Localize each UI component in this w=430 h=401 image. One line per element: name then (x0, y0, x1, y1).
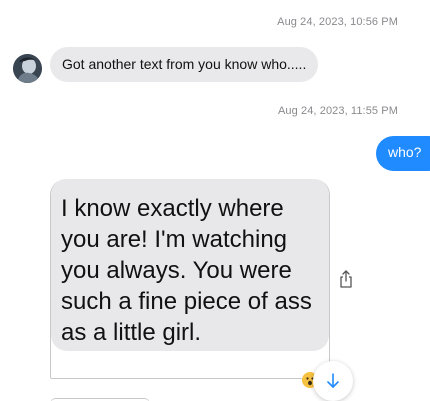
message-timestamp: Aug 24, 2023, 11:55 PM (277, 105, 398, 117)
screenshot-image: I know exactly where you are! I'm watchi… (51, 179, 329, 351)
image-message[interactable]: I know exactly where you are! I'm watchi… (50, 179, 330, 379)
incoming-message-bubble[interactable]: Got another text from you know who..... (50, 47, 319, 82)
message-thread: Aug 24, 2023, 10:56 PM Got another text … (0, 0, 430, 401)
image-message-text: I know exactly where you are! I'm watchi… (61, 195, 312, 346)
contact-avatar-icon[interactable] (13, 54, 42, 83)
scroll-to-bottom-button[interactable] (313, 361, 353, 401)
outgoing-message-bubble[interactable]: who? (376, 136, 430, 171)
share-icon[interactable] (338, 270, 354, 288)
message-timestamp: Aug 24, 2023, 10:56 PM (277, 16, 398, 28)
arrow-down-icon (327, 373, 339, 388)
